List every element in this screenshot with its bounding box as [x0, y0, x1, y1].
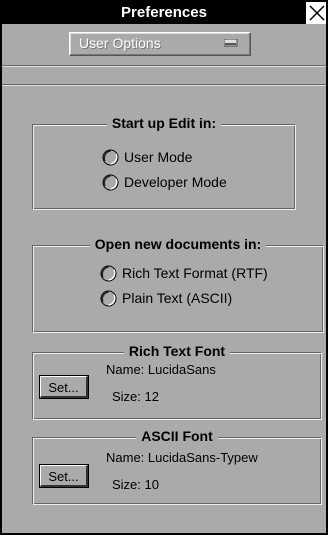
- rich-text-font-title: Rich Text Font: [123, 343, 231, 359]
- options-popup-label: User Options: [79, 35, 161, 51]
- startup-group-title: Start up Edit in:: [106, 115, 222, 131]
- radio-label: Plain Text (ASCII): [122, 290, 233, 306]
- size-label: Size:: [112, 477, 141, 492]
- popup-menu-icon: [224, 39, 238, 47]
- ascii-font-group: ASCII Font Set... Name: LucidaSans-Typew…: [32, 428, 322, 505]
- separator: [2, 65, 326, 67]
- open-documents-group: Open new documents in: Rich Text Format …: [32, 236, 324, 333]
- name-value: LucidaSans: [147, 362, 216, 377]
- close-icon: [309, 5, 325, 21]
- rich-text-font-size: Size: 12: [112, 389, 159, 404]
- preferences-window: Preferences User Options Start up Edit i…: [0, 0, 328, 535]
- name-label: Name:: [106, 450, 145, 465]
- name-label: Name:: [106, 362, 145, 377]
- title-bar[interactable]: Preferences: [2, 2, 326, 24]
- set-ascii-font-button[interactable]: Set...: [39, 464, 89, 488]
- radio-button-icon: [100, 290, 117, 307]
- ascii-font-title: ASCII Font: [136, 428, 218, 444]
- rich-text-font-name: Name: LucidaSans: [106, 362, 216, 377]
- radio-label: User Mode: [124, 149, 193, 165]
- set-rich-text-font-button[interactable]: Set...: [39, 375, 89, 399]
- size-value: 12: [144, 389, 159, 404]
- radio-button-icon: [102, 149, 119, 166]
- ascii-font-name: Name: LucidaSans-Typew: [106, 450, 258, 465]
- open-documents-group-title: Open new documents in:: [89, 236, 267, 252]
- name-value: LucidaSans-Typew: [147, 450, 258, 465]
- radio-button-icon: [102, 174, 119, 191]
- close-button[interactable]: [304, 2, 326, 24]
- radio-label: Rich Text Format (RTF): [122, 265, 268, 281]
- startup-group: Start up Edit in: User Mode Developer Mo…: [32, 115, 296, 210]
- size-value: 10: [144, 477, 159, 492]
- radio-button-icon: [100, 265, 117, 282]
- window-title: Preferences: [121, 4, 207, 21]
- size-label: Size:: [112, 389, 141, 404]
- rich-text-font-group: Rich Text Font Set... Name: LucidaSans S…: [32, 343, 322, 420]
- separator: [2, 84, 326, 86]
- ascii-font-size: Size: 10: [112, 477, 159, 492]
- options-popup-menu[interactable]: User Options: [69, 32, 251, 56]
- radio-label: Developer Mode: [124, 174, 227, 190]
